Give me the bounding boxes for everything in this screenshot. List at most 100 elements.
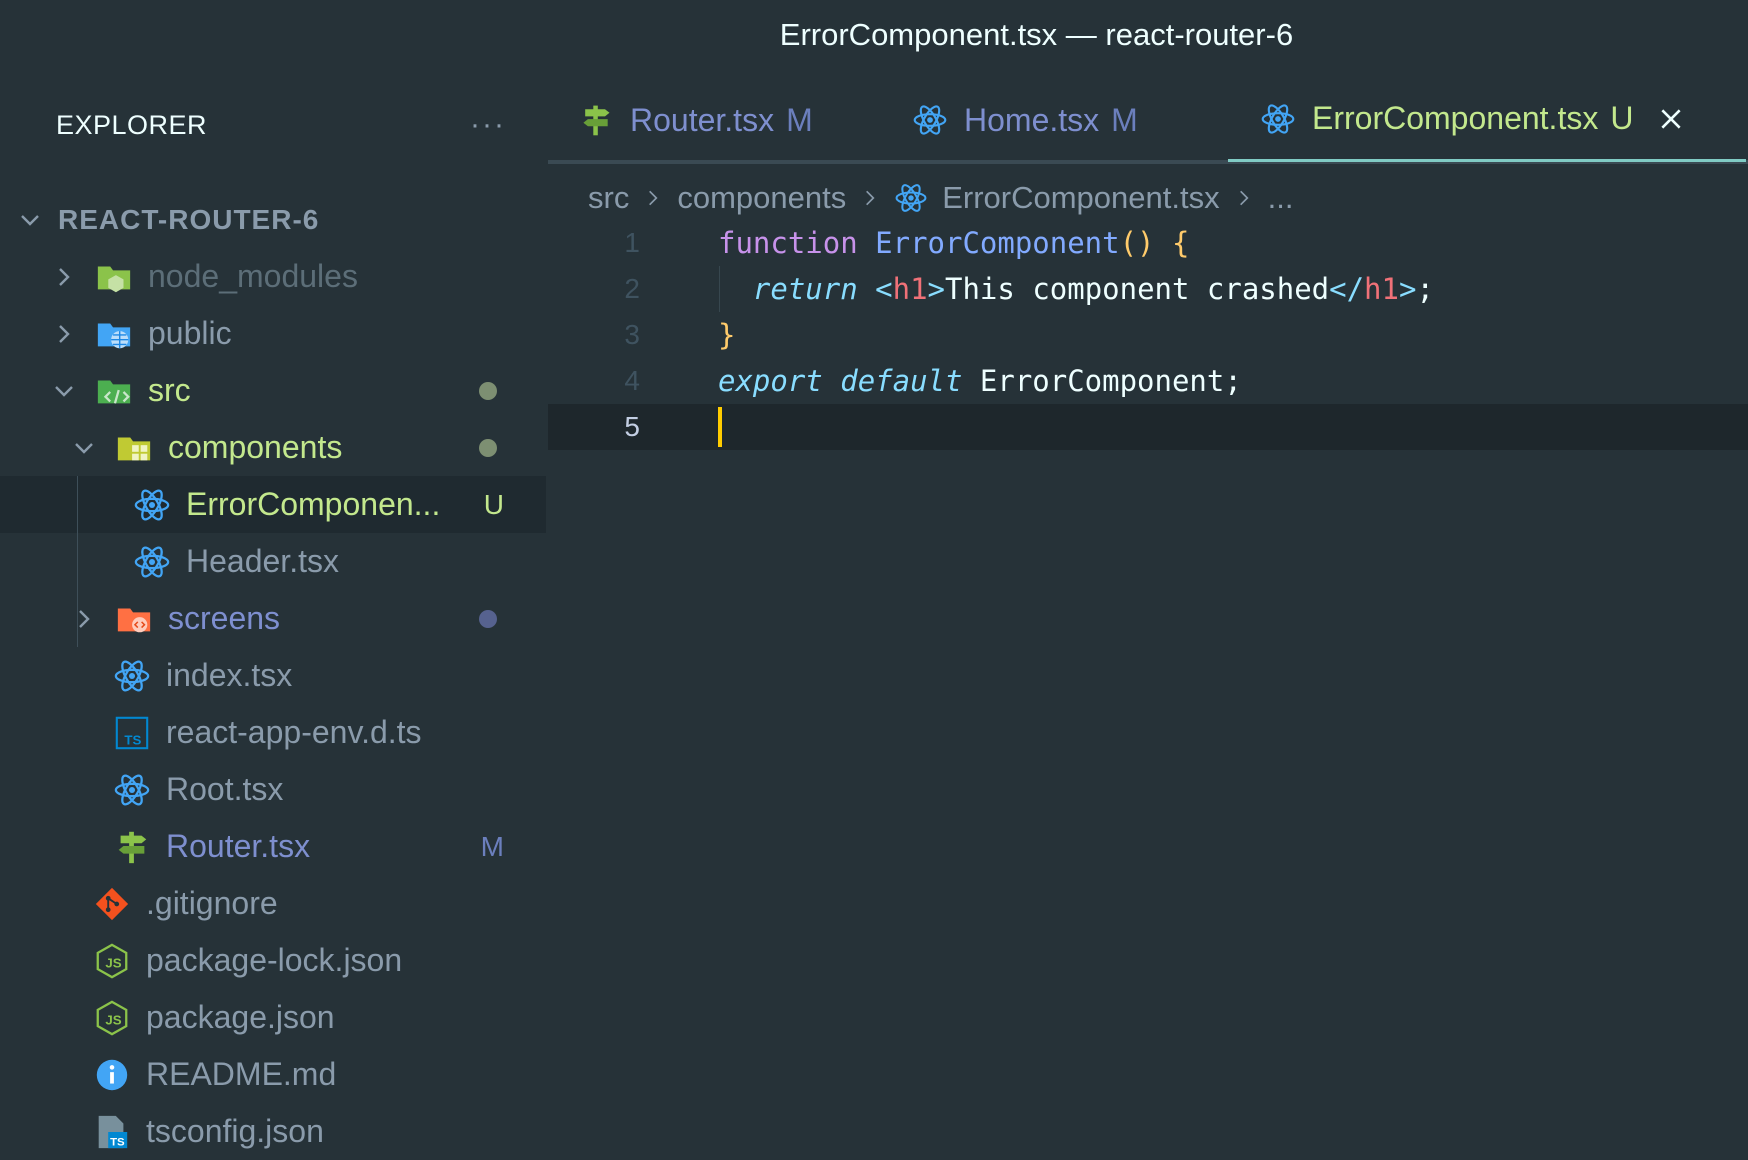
info-icon [92, 1055, 132, 1095]
react-icon [112, 770, 152, 810]
svg-text:JS: JS [105, 955, 121, 970]
editor: Router.tsx M Home.tsx M ErrorComponent.t… [548, 78, 1748, 1136]
tree-item-tsconfig[interactable]: TS tsconfig.json [0, 1103, 546, 1160]
breadcrumb-item[interactable]: ... [1268, 180, 1294, 216]
src-folder-icon [94, 371, 134, 411]
tab-error-component[interactable]: ErrorComponent.tsx U [1228, 78, 1746, 162]
tree-item-label: Router.tsx [166, 828, 311, 864]
tree-item-label: index.tsx [166, 657, 293, 693]
react-icon [912, 102, 948, 138]
tree-item-label: components [168, 429, 343, 465]
tab-untracked-mark: U [1610, 100, 1634, 136]
chevron-right-icon [860, 184, 880, 212]
tree-item-label: tsconfig.json [146, 1113, 324, 1149]
modified-badge: M [480, 830, 504, 862]
explorer-sidebar: EXPLORER ··· REACT-ROUTER-6 node_modules [0, 78, 546, 1149]
explorer-header: EXPLORER ··· [56, 100, 506, 150]
tree-item-error-component[interactable]: ErrorComponen... U [0, 476, 546, 533]
close-icon[interactable] [1657, 105, 1685, 133]
svg-text:TS: TS [110, 1136, 125, 1148]
router-signpost-icon [578, 102, 614, 138]
breadcrumb-item[interactable]: components [677, 180, 846, 216]
screens-folder-icon [114, 599, 154, 639]
tree-item-label: node_modules [148, 258, 358, 294]
tree-root[interactable]: REACT-ROUTER-6 [0, 191, 546, 248]
tree-item-label: README.md [146, 1056, 337, 1092]
title-bar: ErrorComponent.tsx — react-router-6 [0, 0, 1748, 78]
tree-item-gitignore[interactable]: .gitignore [0, 875, 546, 932]
tab-label: Home.tsx [964, 101, 1100, 138]
tab-modified-mark: M [786, 101, 813, 138]
modified-dot [479, 609, 497, 628]
untracked-dot [479, 438, 497, 457]
chevron-right-icon [70, 605, 98, 633]
breadcrumb-item[interactable]: src [588, 180, 629, 216]
code-line-content: } [718, 318, 736, 352]
svg-text:JS: JS [105, 1012, 121, 1027]
react-icon [894, 181, 928, 215]
tree-item-node-modules[interactable]: node_modules [0, 248, 546, 305]
react-icon [132, 542, 172, 582]
tab-router[interactable]: Router.tsx M [548, 78, 884, 162]
untracked-dot [479, 381, 497, 400]
code-line-content: export default ErrorComponent; [718, 364, 1242, 398]
tree-item-react-app-env[interactable]: TS react-app-env.d.ts [0, 704, 546, 761]
code-area[interactable]: 1 function ErrorComponent() { 2 return <… [548, 220, 1748, 450]
code-line: 1 function ErrorComponent() { [548, 220, 1748, 266]
tree-item-label: react-app-env.d.ts [166, 714, 422, 750]
line-number: 5 [624, 411, 640, 442]
tree-item-router[interactable]: Router.tsx M [0, 818, 546, 875]
chevron-right-icon [643, 184, 663, 212]
tree-item-label: src [148, 372, 191, 408]
more-actions-icon[interactable]: ··· [470, 108, 506, 142]
code-line: 2 return <h1>This component crashed</h1>… [548, 266, 1748, 312]
code-line: 4 export default ErrorComponent; [548, 358, 1748, 404]
react-icon [1260, 101, 1296, 137]
tree-item-label: ErrorComponen... [186, 486, 441, 522]
code-line: 3 } [548, 312, 1748, 358]
line-number: 1 [624, 227, 640, 258]
breadcrumb: src components ErrorComponent.tsx ... [588, 168, 1293, 228]
chevron-down-icon [70, 434, 98, 462]
tsconfig-icon: TS [92, 1112, 132, 1152]
line-number: 3 [624, 319, 640, 350]
tree-item-label: Header.tsx [186, 543, 339, 579]
tab-home[interactable]: Home.tsx M [884, 78, 1230, 162]
tree-item-index[interactable]: index.tsx [0, 647, 546, 704]
tree-item-components[interactable]: components [0, 419, 546, 476]
tree-item-src[interactable]: src [0, 362, 546, 419]
typescript-def-icon: TS [112, 713, 152, 753]
router-signpost-icon [112, 827, 152, 867]
tab-label: ErrorComponent.tsx [1312, 100, 1599, 136]
code-line-content: return <h1>This component crashed</h1>; [752, 272, 1434, 306]
tree-item-public[interactable]: public [0, 305, 546, 362]
breadcrumb-item[interactable]: ErrorComponent.tsx [942, 180, 1219, 216]
react-icon [112, 656, 152, 696]
tab-modified-mark: M [1111, 101, 1138, 138]
tree-item-label: public [148, 315, 232, 351]
svg-text:TS: TS [124, 732, 141, 747]
chevron-right-icon [50, 320, 78, 348]
react-icon [132, 485, 172, 525]
code-line-current: 5 [548, 404, 1748, 450]
tree-root-label: REACT-ROUTER-6 [58, 203, 320, 235]
chevron-down-icon [16, 206, 44, 234]
nodejs-icon: JS [92, 941, 132, 981]
chevron-right-icon [1234, 184, 1254, 212]
tree-item-screens[interactable]: screens [0, 590, 546, 647]
tree-item-header[interactable]: Header.tsx [0, 533, 546, 590]
line-number: 4 [624, 365, 640, 396]
tree-item-label: package-lock.json [146, 942, 403, 978]
nodejs-icon: JS [92, 998, 132, 1038]
git-icon [92, 884, 132, 924]
tree-item-readme[interactable]: README.md [0, 1046, 546, 1103]
tree-item-package[interactable]: JS package.json [0, 989, 546, 1046]
untracked-badge: U [483, 488, 504, 520]
tree-item-label: Root.tsx [166, 771, 284, 807]
tree-item-package-lock[interactable]: JS package-lock.json [0, 932, 546, 989]
tree-item-label: .gitignore [146, 885, 278, 921]
tab-label: Router.tsx [630, 101, 775, 138]
tree-item-root[interactable]: Root.tsx [0, 761, 546, 818]
public-folder-icon [94, 314, 134, 354]
chevron-right-icon [50, 263, 78, 291]
